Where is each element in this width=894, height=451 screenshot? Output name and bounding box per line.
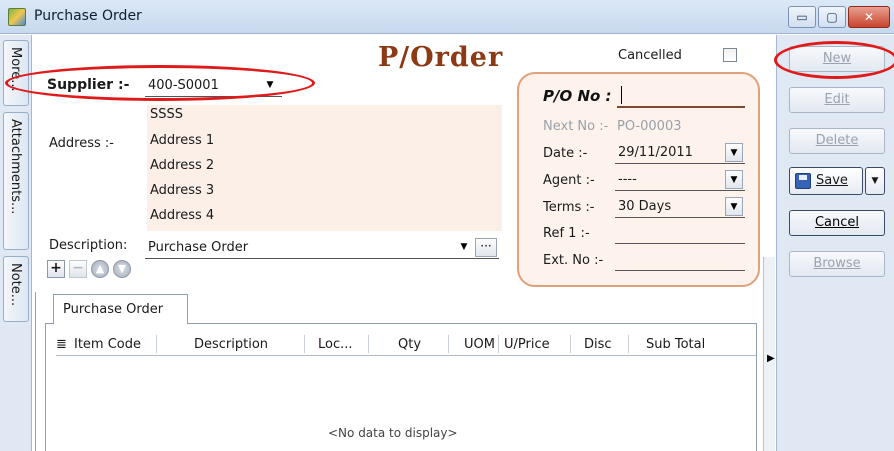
cancelled-checkbox[interactable] — [723, 48, 737, 62]
terms-dropdown-icon[interactable]: ▼ — [725, 197, 743, 216]
cancel-button[interactable]: Cancel — [789, 210, 885, 236]
save-dropdown-icon[interactable]: ▼ — [865, 167, 885, 195]
address-line-3: Address 3 — [150, 183, 215, 198]
app-icon — [8, 8, 26, 26]
extno-label: Ext. No :- — [543, 253, 604, 268]
description-ellipsis-button[interactable]: ··· — [475, 238, 497, 257]
remove-row-button[interactable]: − — [69, 260, 87, 278]
description-dropdown-icon[interactable]: ▼ — [455, 238, 473, 257]
agent-label: Agent :- — [543, 173, 595, 188]
column-divider — [304, 335, 305, 353]
date-label: Date :- — [543, 146, 588, 161]
tab-note[interactable]: Note... — [3, 256, 29, 322]
main-form: P/Order Cancelled Supplier :- 400-S0001 … — [5, 35, 775, 451]
add-row-button[interactable]: + — [47, 260, 65, 278]
delete-button[interactable]: Delete — [789, 128, 885, 154]
close-button[interactable]: ✕ — [848, 6, 890, 28]
description-combo[interactable]: Purchase Order ▼ ··· — [145, 237, 499, 259]
tab-purchase-order[interactable]: Purchase Order — [53, 294, 188, 324]
ref1-field[interactable] — [615, 222, 745, 244]
col-location[interactable]: Loc... — [318, 337, 353, 352]
col-disc[interactable]: Disc — [584, 337, 612, 352]
address-line-4: Address 4 — [150, 208, 215, 223]
ref1-label: Ref 1 :- — [543, 226, 590, 241]
supplier-label: Supplier :- — [47, 77, 130, 93]
column-divider — [156, 335, 157, 353]
supplier-name: SSSS — [150, 107, 184, 122]
column-divider — [498, 335, 499, 353]
supplier-combo[interactable]: 400-S0001 ▼ — [145, 75, 282, 97]
tab-more[interactable]: More... — [3, 40, 29, 106]
column-divider — [448, 335, 449, 353]
tab-attachments-label: Attachments... — [8, 119, 23, 215]
po-no-label: P/O No : — [543, 87, 612, 105]
supplier-value: 400-S0001 — [148, 78, 219, 93]
col-unit-price[interactable]: U/Price — [504, 337, 550, 352]
delete-button-label: Delete — [815, 133, 859, 148]
terms-label: Terms :- — [543, 200, 595, 215]
po-details-panel: P/O No : Next No :- PO-00003 Date :- 29/… — [517, 72, 760, 287]
grid-empty-message: <No data to display> — [328, 426, 458, 440]
next-no-label: Next No :- — [543, 119, 609, 134]
agent-dropdown-icon[interactable]: ▼ — [725, 170, 743, 189]
page-title: P/Order — [378, 42, 504, 73]
date-value: 29/11/2011 — [618, 145, 693, 160]
next-no-value: PO-00003 — [617, 119, 682, 134]
address-block[interactable]: SSSS Address 1 Address 2 Address 3 Addre… — [147, 105, 502, 231]
col-uom[interactable]: UOM — [464, 337, 495, 352]
tab-more-label: More... — [8, 47, 23, 92]
detail-tab-strip: Purchase Order ≣ Item Code Description L… — [45, 292, 763, 451]
left-border — [35, 292, 43, 451]
tab-attachments[interactable]: Attachments... — [3, 112, 29, 250]
expand-arrow-icon[interactable]: ▶ — [767, 353, 775, 364]
grid-menu-icon[interactable]: ≣ — [56, 337, 67, 352]
browse-button[interactable]: Browse — [789, 251, 885, 277]
save-button-group: Save ▼ — [789, 167, 885, 195]
col-sub-total[interactable]: Sub Total — [646, 337, 705, 352]
description-label: Description: — [49, 238, 128, 253]
minimize-button[interactable]: ▭ — [788, 6, 816, 28]
column-divider — [570, 335, 571, 353]
col-item-code[interactable]: Item Code — [74, 337, 141, 352]
column-divider — [628, 335, 629, 353]
move-up-button[interactable]: ▲ — [91, 260, 109, 278]
new-button-label: New — [822, 51, 852, 66]
address-label: Address :- — [49, 136, 114, 151]
col-qty[interactable]: Qty — [398, 337, 421, 352]
edit-button-label: Edit — [824, 92, 850, 107]
detail-grid: ≣ Item Code Description Loc... Qty UOM U… — [45, 323, 757, 451]
action-panel: New Edit Delete Save ▼ Cancel Browse — [774, 35, 894, 451]
text-caret — [621, 86, 622, 104]
terms-value: 30 Days — [618, 199, 672, 214]
window-title: Purchase Order — [34, 8, 142, 24]
tab-note-label: Note... — [8, 263, 23, 307]
address-line-2: Address 2 — [150, 158, 215, 173]
date-field[interactable]: 29/11/2011 ▼ — [615, 142, 745, 164]
maximize-button[interactable]: ▢ — [818, 6, 846, 28]
supplier-dropdown-icon[interactable]: ▼ — [261, 76, 279, 95]
col-description[interactable]: Description — [194, 337, 268, 352]
address-line-1: Address 1 — [150, 133, 215, 148]
description-value: Purchase Order — [148, 240, 249, 255]
extno-field[interactable] — [615, 249, 745, 271]
new-button[interactable]: New — [789, 46, 885, 72]
terms-field[interactable]: 30 Days ▼ — [615, 196, 745, 218]
grid-header: ≣ Item Code Description Loc... Qty UOM U… — [56, 332, 756, 356]
agent-field[interactable]: ---- ▼ — [615, 169, 745, 191]
cancel-button-label: Cancel — [814, 215, 860, 230]
column-divider — [368, 335, 369, 353]
agent-value: ---- — [618, 172, 637, 187]
edit-button[interactable]: Edit — [789, 87, 885, 113]
floppy-disk-icon — [795, 173, 811, 189]
move-down-button[interactable]: ▼ — [113, 260, 131, 278]
browse-button-label: Browse — [813, 256, 861, 271]
save-button[interactable]: Save — [789, 167, 863, 195]
cancelled-label: Cancelled — [618, 48, 682, 63]
po-no-input[interactable] — [617, 84, 745, 108]
side-tab-strip: More... Attachments... Note... — [0, 35, 32, 451]
save-button-label: Save — [816, 173, 848, 188]
title-bar: Purchase Order ▭ ▢ ✕ — [0, 0, 894, 34]
date-dropdown-icon[interactable]: ▼ — [725, 143, 743, 162]
